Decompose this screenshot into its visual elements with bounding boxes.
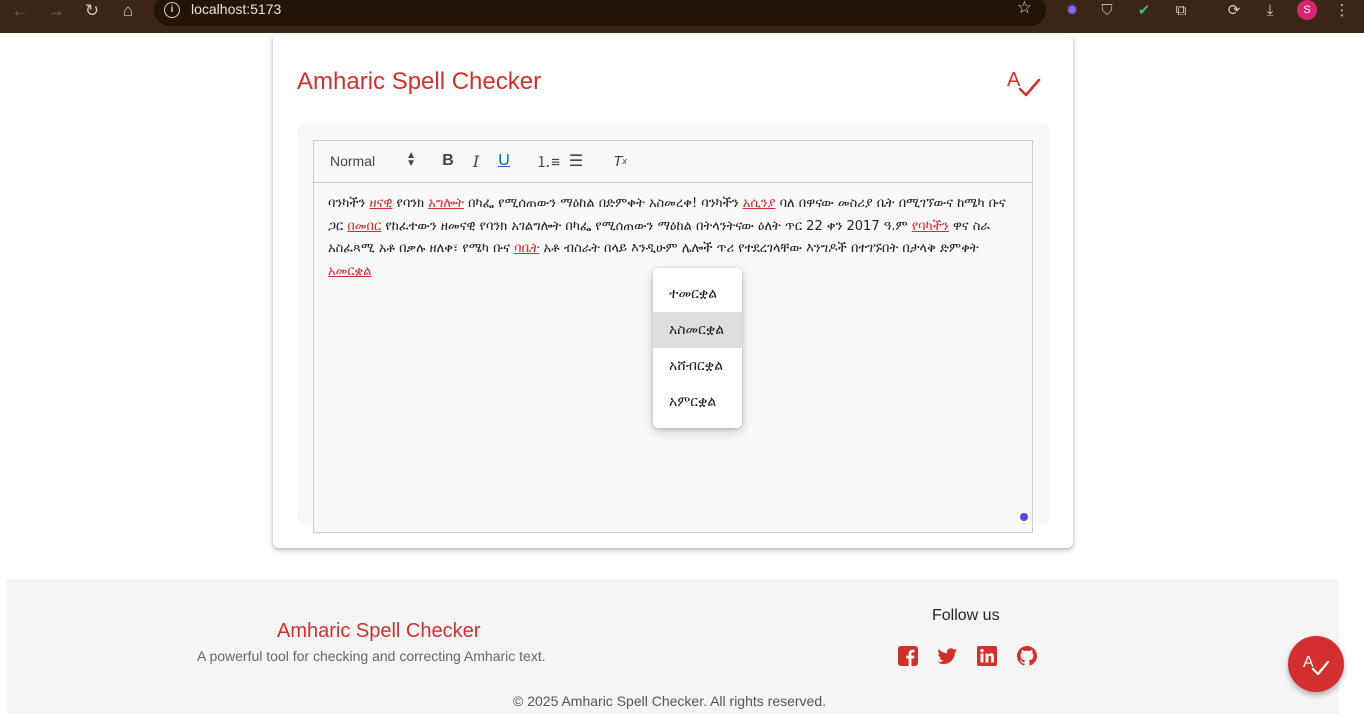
home-icon[interactable]: ⌂ bbox=[114, 0, 142, 22]
copyright-text: © 2025 Amharic Spell Checker. All rights… bbox=[513, 693, 827, 709]
linkedin-icon[interactable] bbox=[976, 645, 998, 667]
extension-shield-icon[interactable]: ⛉ bbox=[1096, 0, 1118, 20]
suggestion-dropdown: ተመርቋል አስመርቋል አሸብርቋል አምርቋል bbox=[653, 268, 742, 428]
format-select[interactable]: Normal ▲ ▼ bbox=[330, 150, 416, 170]
address-bar[interactable]: i localhost:5173 ☆ bbox=[154, 0, 1046, 26]
bold-button[interactable]: B bbox=[438, 151, 458, 171]
text-segment: በካፌ የሚሰጠውን ማዕከል በድምቀት አስመረቀ! ባንካችን bbox=[463, 196, 743, 211]
back-icon[interactable]: ← bbox=[6, 0, 34, 22]
misspelled-word[interactable]: የባካችን bbox=[912, 219, 949, 234]
underline-button[interactable]: U bbox=[494, 151, 514, 171]
browser-toolbar: ← → ↻ ⌂ i localhost:5173 ☆ ✹ ⛉ ✔ ⧉ ⟳ ⤓ S… bbox=[0, 0, 1364, 33]
site-info-icon[interactable]: i bbox=[164, 2, 180, 18]
text-segment: የከፈተውን ዘመናዊ የባንክ አገልግሎት በካፌ የሚሰጠውን ማዕከል … bbox=[381, 218, 912, 234]
performance-icon[interactable]: ⟳ bbox=[1223, 0, 1245, 20]
text-segment: አቶ ብስራት በላይ እንዲሁም ሌሎች ጥሪ የተደረገላቸው እንግዶች … bbox=[539, 241, 979, 256]
misspelled-word[interactable]: በመበር bbox=[347, 219, 381, 234]
follow-us-label: Follow us bbox=[932, 607, 1000, 624]
misspelled-word[interactable]: ባቤት bbox=[514, 241, 539, 256]
url-text[interactable]: localhost:5173 bbox=[191, 1, 281, 17]
bullet-list-icon[interactable]: ☰ bbox=[566, 151, 586, 171]
svg-text:A: A bbox=[1007, 69, 1021, 91]
format-select-value: Normal bbox=[330, 153, 376, 169]
misspelled-word[interactable]: አመርቋል bbox=[328, 264, 372, 279]
text-segment: የባንክ bbox=[392, 196, 429, 211]
suggestion-item[interactable]: አምርቋል bbox=[653, 384, 742, 420]
profile-avatar[interactable]: S bbox=[1297, 0, 1317, 20]
footer: Amharic Spell Checker A powerful tool fo… bbox=[6, 579, 1339, 714]
github-icon[interactable] bbox=[1016, 645, 1038, 667]
ordered-list-icon[interactable]: ⒈≡ bbox=[536, 151, 560, 171]
menu-kebab-icon[interactable]: ⋮ bbox=[1331, 0, 1353, 20]
editor-toolbar: Normal ▲ ▼ B I U ⒈≡ ☰ Tx bbox=[314, 141, 1032, 183]
select-arrow-icon: ▲ ▼ bbox=[406, 150, 416, 169]
footer-tagline: A powerful tool for checking and correct… bbox=[197, 648, 546, 664]
status-dot bbox=[1020, 513, 1028, 521]
forward-icon[interactable]: → bbox=[42, 0, 70, 22]
page-title: Amharic Spell Checker bbox=[297, 68, 542, 95]
facebook-icon[interactable] bbox=[897, 645, 919, 667]
text-segment: ባንካችን bbox=[328, 196, 370, 211]
download-icon[interactable]: ⤓ bbox=[1259, 0, 1281, 20]
reload-icon[interactable]: ↻ bbox=[78, 0, 106, 22]
misspelled-word[interactable]: አሲንያ bbox=[743, 196, 776, 211]
footer-title: Amharic Spell Checker bbox=[277, 620, 481, 642]
spellcheck-icon: A bbox=[1303, 654, 1330, 676]
suggestion-item[interactable]: አሸብርቋል bbox=[653, 348, 742, 384]
extensions-puzzle-icon[interactable]: ⧉ bbox=[1170, 0, 1192, 20]
spellcheck-fab[interactable]: A bbox=[1288, 636, 1344, 692]
spellcheck-icon: A bbox=[1007, 69, 1041, 97]
italic-button[interactable]: I bbox=[466, 151, 486, 171]
misspelled-word[interactable]: አግሎት bbox=[428, 196, 464, 211]
suggestion-item[interactable]: አስመርቋል bbox=[653, 312, 742, 348]
bookmark-star-icon[interactable]: ☆ bbox=[1017, 0, 1032, 18]
extension-checkmark-icon[interactable]: ✔ bbox=[1133, 0, 1155, 20]
extension-gear-icon[interactable]: ✹ bbox=[1061, 0, 1083, 20]
misspelled-word[interactable]: ዘናዊ bbox=[369, 196, 392, 211]
clear-format-button[interactable]: Tx bbox=[610, 151, 630, 171]
twitter-icon[interactable] bbox=[936, 645, 958, 667]
suggestion-item[interactable]: ተመርቋል bbox=[653, 276, 742, 312]
